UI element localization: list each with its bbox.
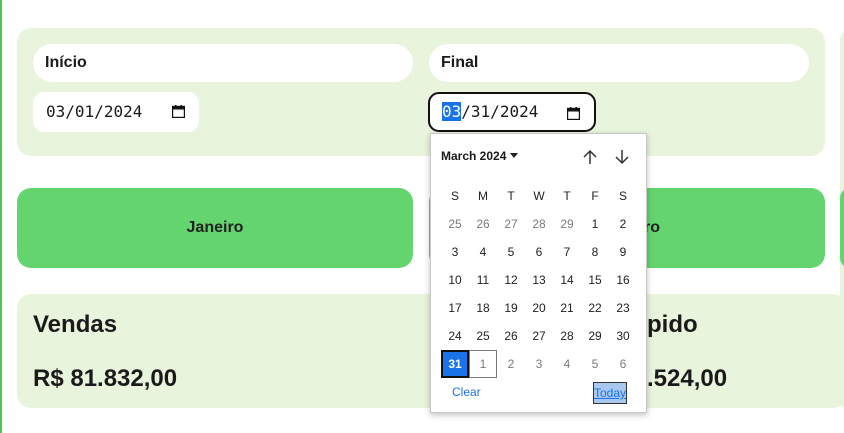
net-value: .524,00	[647, 365, 728, 392]
day-cell[interactable]: 7	[553, 238, 581, 266]
arrow-up-icon[interactable]	[581, 148, 599, 166]
day-cell[interactable]: 25	[441, 210, 469, 238]
day-cell[interactable]: 27	[497, 210, 525, 238]
end-date-input[interactable]: 03/31/2024	[428, 92, 596, 132]
day-cell[interactable]: 13	[525, 266, 553, 294]
day-cell[interactable]: 4	[553, 350, 581, 378]
day-cell[interactable]: 2	[609, 210, 637, 238]
start-day-segment[interactable]: 01	[75, 102, 94, 121]
day-cell[interactable]: 29	[581, 322, 609, 350]
start-year-segment[interactable]: 2024	[104, 102, 143, 121]
weekday-header: S	[618, 189, 627, 203]
weekday-header: F	[591, 189, 599, 203]
week-row: 25 26 27 28 29 1 2	[441, 210, 637, 238]
day-cell[interactable]: 28	[553, 322, 581, 350]
day-cell[interactable]: 25	[469, 322, 497, 350]
day-cell[interactable]: 9	[609, 238, 637, 266]
month-year-dropdown[interactable]: March 2024	[441, 149, 519, 163]
day-cell[interactable]: 27	[525, 322, 553, 350]
calendar-grid: S M T W T F S 25 26 27 28 29 1 2 3 4 5 6…	[441, 182, 637, 378]
sales-title: Vendas	[33, 311, 118, 338]
week-row: 24 25 26 27 28 29 30	[441, 322, 637, 350]
day-cell[interactable]: 3	[441, 238, 469, 266]
month-button-janeiro[interactable]: Janeiro	[17, 188, 413, 268]
week-row: 10 11 12 13 14 15 16	[441, 266, 637, 294]
end-day-segment[interactable]: 31	[471, 102, 490, 121]
day-cell[interactable]: 2	[497, 350, 525, 378]
day-cell[interactable]: 12	[497, 266, 525, 294]
day-cell[interactable]: 28	[525, 210, 553, 238]
start-date-label: Início	[33, 44, 413, 82]
week-row: 31 1 2 3 4 5 6	[441, 350, 637, 378]
day-cell[interactable]: 1	[581, 210, 609, 238]
day-cell[interactable]: 4	[469, 238, 497, 266]
end-year-segment[interactable]: 2024	[500, 102, 539, 121]
day-cell[interactable]: 16	[609, 266, 637, 294]
day-cell-focused[interactable]: 1	[469, 350, 497, 378]
net-title: pido	[647, 311, 698, 338]
week-row: 3 4 5 6 7 8 9	[441, 238, 637, 266]
day-cell[interactable]: 26	[469, 210, 497, 238]
day-cell[interactable]: 6	[525, 238, 553, 266]
sales-value: R$ 81.832,00	[33, 365, 178, 392]
day-cell-selected[interactable]: 31	[441, 350, 469, 378]
weekday-header: M	[478, 189, 488, 203]
day-cell[interactable]: 22	[581, 294, 609, 322]
start-date-input[interactable]: 03/01/2024	[33, 92, 199, 132]
weekday-header: T	[507, 189, 515, 203]
right-month-button-edge[interactable]	[840, 188, 844, 268]
caret-down-icon	[510, 153, 519, 158]
day-cell[interactable]: 14	[553, 266, 581, 294]
day-cell[interactable]: 20	[525, 294, 553, 322]
calendar-icon[interactable]	[172, 105, 185, 118]
day-cell[interactable]: 29	[553, 210, 581, 238]
end-date-label: Final	[429, 44, 809, 82]
weekday-header: S	[450, 189, 459, 203]
day-cell[interactable]: 21	[553, 294, 581, 322]
day-cell[interactable]: 30	[609, 322, 637, 350]
day-cell[interactable]: 19	[497, 294, 525, 322]
start-month-segment[interactable]: 03	[46, 102, 65, 121]
day-cell[interactable]: 23	[609, 294, 637, 322]
calendar-icon[interactable]	[567, 107, 580, 120]
day-cell[interactable]: 5	[497, 238, 525, 266]
day-cell[interactable]: 26	[497, 322, 525, 350]
day-cell[interactable]: 15	[581, 266, 609, 294]
weekday-row: S M T W T F S	[441, 182, 637, 210]
day-cell[interactable]: 24	[441, 322, 469, 350]
day-cell[interactable]: 3	[525, 350, 553, 378]
today-button[interactable]: Today	[593, 382, 627, 404]
day-cell[interactable]: 5	[581, 350, 609, 378]
day-cell[interactable]: 8	[581, 238, 609, 266]
left-accent-bar	[0, 0, 2, 433]
arrow-down-icon[interactable]	[613, 148, 631, 166]
clear-button[interactable]: Clear	[452, 385, 481, 399]
weekday-header: W	[533, 189, 545, 203]
day-cell[interactable]: 17	[441, 294, 469, 322]
day-cell[interactable]: 11	[469, 266, 497, 294]
day-cell[interactable]: 18	[469, 294, 497, 322]
week-row: 17 18 19 20 21 22 23	[441, 294, 637, 322]
day-cell[interactable]: 10	[441, 266, 469, 294]
datepicker-popup: March 2024 S M T W T F S 25 26 27 28 29 …	[430, 133, 647, 413]
day-cell[interactable]: 6	[609, 350, 637, 378]
weekday-header: T	[563, 189, 571, 203]
month-year-label: March 2024	[441, 149, 507, 163]
end-month-segment[interactable]: 03	[442, 102, 462, 121]
